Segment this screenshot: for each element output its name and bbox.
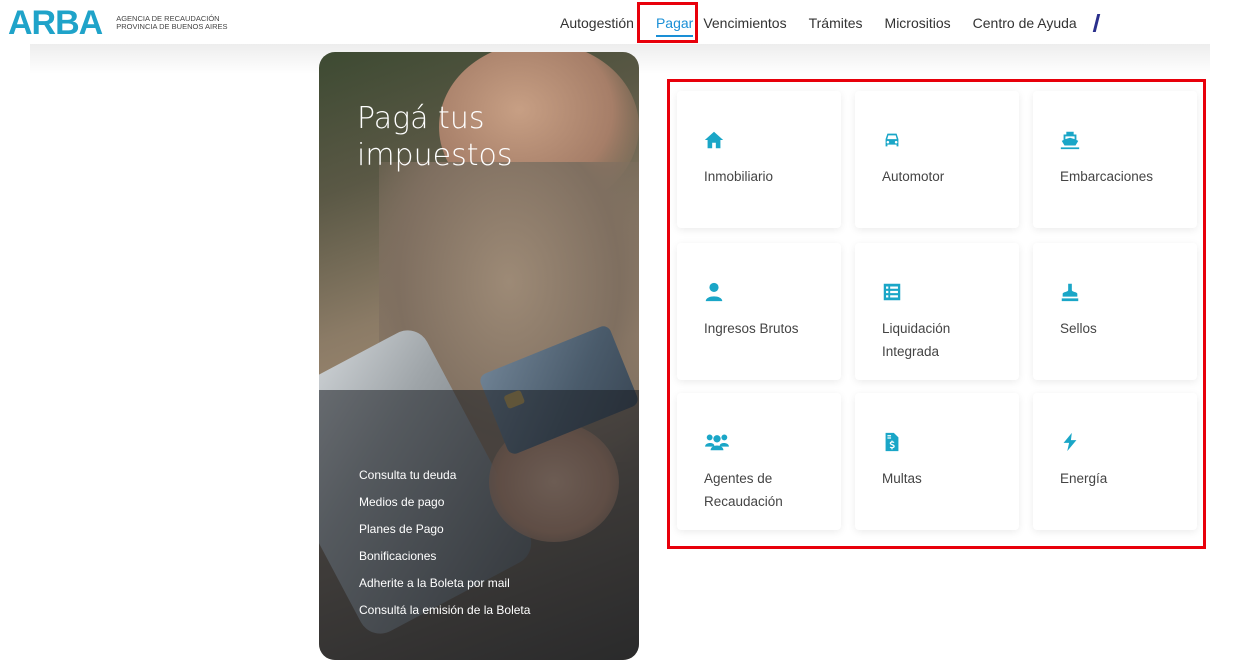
users-icon	[705, 434, 729, 451]
link-planes-de-pago[interactable]: Planes de Pago	[359, 516, 530, 543]
arba-logo[interactable]: ARBA AGENCIA DE RECAUDACIÓN PROVINCIA DE…	[8, 6, 228, 40]
user-icon	[705, 282, 723, 302]
tile-automotor[interactable]: Automotor	[855, 91, 1019, 228]
link-adherite-boleta-mail[interactable]: Adherite a la Boleta por mail	[359, 570, 530, 597]
tile-sellos[interactable]: Sellos	[1033, 243, 1197, 380]
tile-label: Embarcaciones	[1060, 169, 1154, 184]
link-medios-de-pago[interactable]: Medios de pago	[359, 489, 530, 516]
invoice-dollar-icon	[885, 432, 899, 452]
nav-micrositios[interactable]: Micrositios	[885, 15, 951, 31]
nav-autogestion[interactable]: Autogestión	[560, 15, 634, 31]
home-icon	[704, 131, 724, 149]
page: ARBA AGENCIA DE RECAUDACIÓN PROVINCIA DE…	[0, 0, 1238, 660]
tile-energia[interactable]: Energía	[1033, 393, 1197, 530]
tile-agentes-de-recaudacion[interactable]: Agentes de Recaudación	[677, 393, 841, 530]
logo-subtitle-line2: PROVINCIA DE BUENOS AIRES	[116, 22, 228, 31]
car-icon	[885, 133, 899, 147]
link-bonificaciones[interactable]: Bonificaciones	[359, 543, 530, 570]
tile-label: Energía	[1060, 471, 1108, 486]
tile-ingresos-brutos[interactable]: Ingresos Brutos	[677, 243, 841, 380]
tile-label: Inmobiliario	[704, 169, 774, 184]
tile-inmobiliario[interactable]: Inmobiliario	[677, 91, 841, 228]
link-consulta-tu-deuda[interactable]: Consulta tu deuda	[359, 462, 530, 489]
logo-mark: ARBA	[8, 4, 103, 42]
link-consulta-emision-boleta[interactable]: Consultá la emisión de la Boleta	[359, 597, 530, 624]
tile-label: Automotor	[882, 169, 945, 184]
stamp-icon	[1061, 283, 1079, 302]
bolt-icon	[1063, 432, 1077, 452]
nav-tramites[interactable]: Trámites	[809, 15, 863, 31]
pagar-highlight-box	[637, 2, 698, 43]
tile-label: Liquidación Integrada	[882, 321, 951, 359]
tile-label: Sellos	[1060, 321, 1097, 336]
tile-multas[interactable]: Multas	[855, 393, 1019, 530]
nav-centro-de-ayuda[interactable]: Centro de Ayuda	[973, 15, 1077, 31]
ship-icon	[1060, 131, 1080, 150]
list-icon	[883, 283, 901, 301]
tile-liquidacion-integrada[interactable]: Liquidación Integrada	[855, 243, 1019, 380]
top-header: ARBA AGENCIA DE RECAUDACIÓN PROVINCIA DE…	[0, 0, 1238, 46]
nav-overflow-marker	[1092, 14, 1100, 32]
hero-banner: Pagá tus impuestos Consulta tu deuda Med…	[319, 52, 639, 660]
tile-embarcaciones[interactable]: Embarcaciones	[1033, 91, 1197, 228]
hero-links: Consulta tu deuda Medios de pago Planes …	[359, 462, 530, 624]
tile-label: Ingresos Brutos	[704, 321, 799, 336]
logo-subtitle: AGENCIA DE RECAUDACIÓN PROVINCIA DE BUEN…	[116, 14, 228, 32]
nav-vencimientos[interactable]: Vencimientos	[703, 15, 786, 31]
tile-label: Multas	[882, 471, 922, 486]
hero-title: Pagá tus impuestos	[357, 101, 513, 173]
tile-label: Agentes de Recaudación	[704, 471, 783, 509]
